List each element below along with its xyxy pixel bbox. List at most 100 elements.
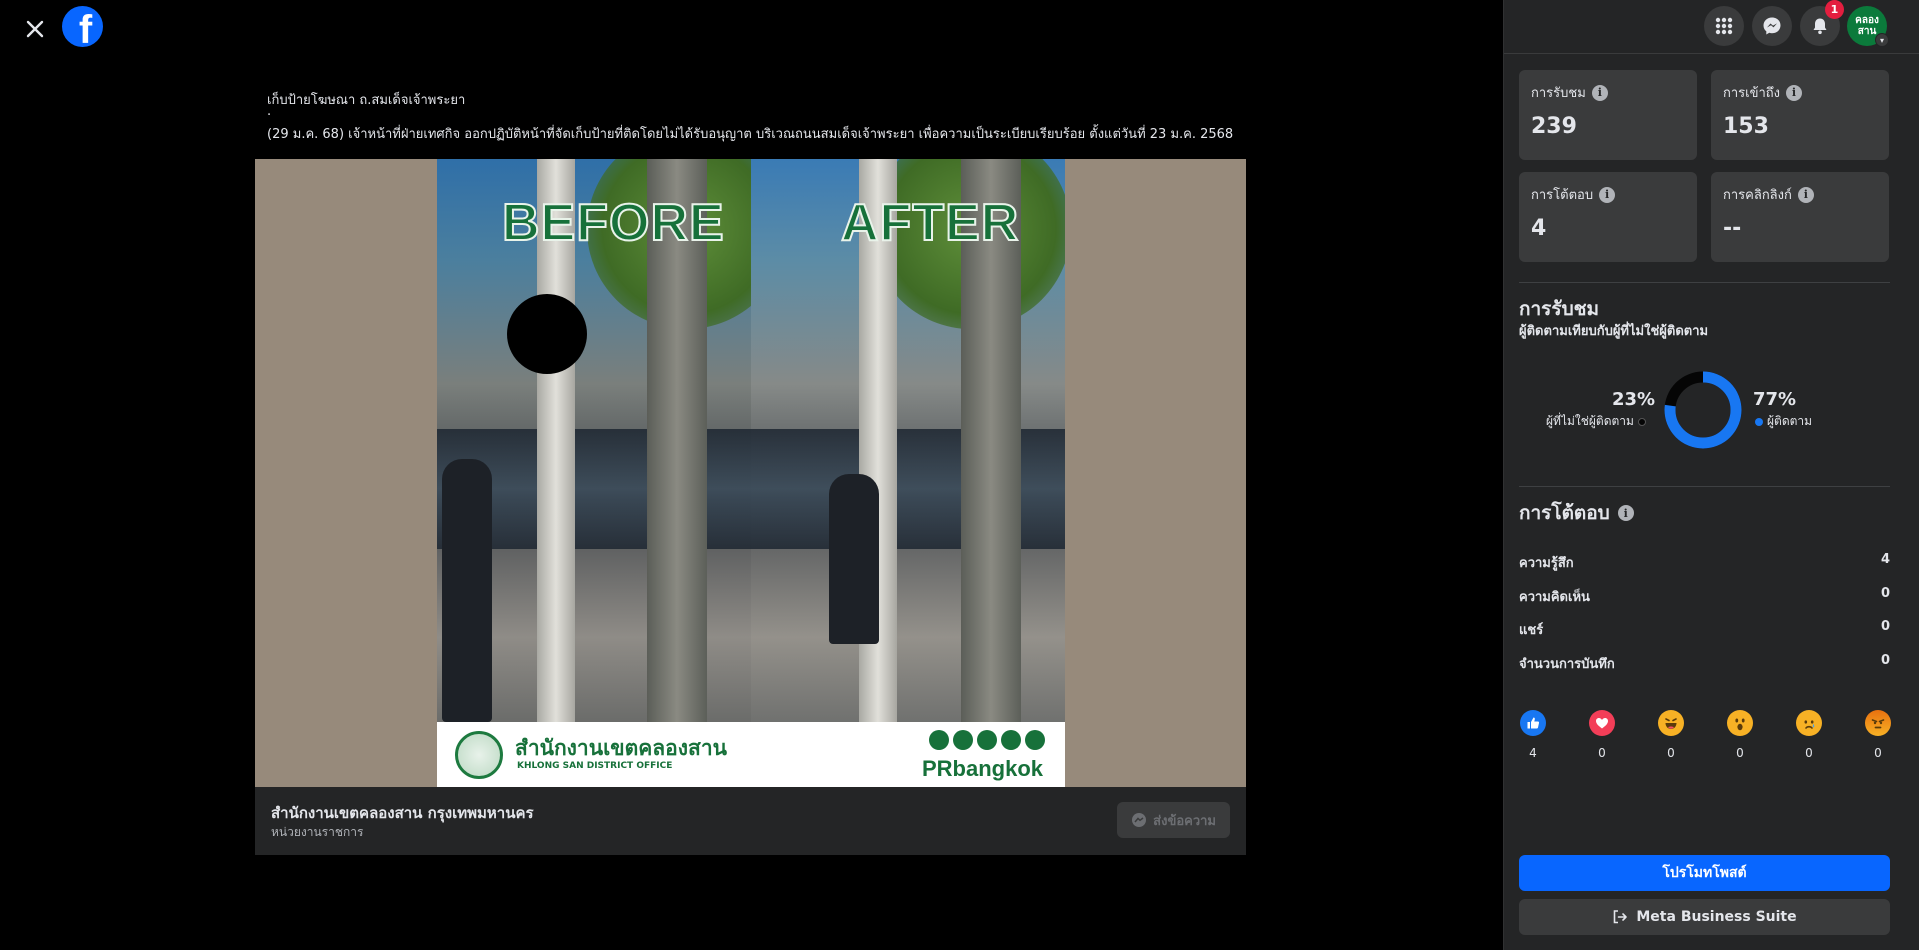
post-media: BEFORE AFTER สำนักงานเขตคลองสาน KHLONG S… xyxy=(255,159,1246,787)
stat-card-views: การรับชม i 239 xyxy=(1519,70,1697,160)
stat-label: การรับชม xyxy=(1531,86,1586,101)
photo-viewer: f เก็บป้ายโฆษณา ถ.สมเด็จเจ้าพระยา . (29 … xyxy=(0,0,1503,950)
chevron-down-icon[interactable]: ▾ xyxy=(1875,33,1889,47)
reaction-sad: 0 xyxy=(1794,710,1824,760)
stat-card-link-clicks: การคลิกลิงก์ i -- xyxy=(1711,172,1889,262)
menu-button[interactable] xyxy=(1704,6,1744,46)
after-half: AFTER xyxy=(751,159,1065,722)
metric-label: ความรู้สึก xyxy=(1519,556,1574,571)
metric-row-reactions: ความรู้สึก 4 xyxy=(1519,552,1890,572)
followers-label: ผู้ติดตาม xyxy=(1755,412,1812,431)
facebook-icon xyxy=(953,730,973,750)
metric-row-shares: แชร์ 0 xyxy=(1519,619,1890,639)
before-half: BEFORE xyxy=(437,159,787,722)
send-message-label: ส่งข้อความ xyxy=(1153,813,1216,829)
messenger-icon xyxy=(1763,17,1781,35)
avatar-text-1: คลอง xyxy=(1855,15,1879,26)
bell-icon xyxy=(1813,18,1827,35)
page-info-strip: สำนักงานเขตคลองสาน กรุงเทพมหานคร หน่วยงา… xyxy=(255,787,1246,855)
sad-icon xyxy=(1796,710,1822,736)
send-message-button[interactable]: ส่งข้อความ xyxy=(1117,802,1230,838)
followers-label-text: ผู้ติดตาม xyxy=(1767,414,1813,428)
metric-label: จำนวนการบันทึก xyxy=(1519,657,1615,672)
metric-row-comments: ความคิดเห็น 0 xyxy=(1519,586,1890,606)
info-icon[interactable]: i xyxy=(1599,186,1616,203)
reaction-haha: 0 xyxy=(1656,710,1686,760)
metric-value: 4 xyxy=(1880,552,1890,567)
notification-badge: 1 xyxy=(1825,0,1844,19)
non-followers-label-text: ผู้ที่ไม่ใช่ผู้ติดตาม xyxy=(1546,414,1634,428)
before-label: BEFORE xyxy=(501,193,725,253)
non-followers-percent: 23% xyxy=(1612,389,1656,410)
meta-business-suite-label: Meta Business Suite xyxy=(1636,909,1797,925)
haha-icon xyxy=(1658,710,1684,736)
reaction-count: 0 xyxy=(1805,746,1813,760)
views-subtitle: ผู้ติดตามเทียบกับผู้ที่ไม่ใช่ผู้ติดตาม xyxy=(1519,324,1709,339)
reaction-count: 0 xyxy=(1874,746,1882,760)
metric-value: 0 xyxy=(1880,653,1890,668)
reaction-love: 0 xyxy=(1587,710,1617,760)
stat-card-reach: การเข้าถึง i 153 xyxy=(1711,70,1889,160)
caption-separator: . xyxy=(267,104,272,119)
views-donut-chart xyxy=(1664,371,1742,449)
youtube-icon xyxy=(977,730,997,750)
reaction-wow: 0 xyxy=(1725,710,1755,760)
wow-icon xyxy=(1727,710,1753,736)
like-icon xyxy=(1520,710,1546,736)
metric-label: แชร์ xyxy=(1519,623,1544,638)
after-label: AFTER xyxy=(840,193,1020,253)
non-followers-dot xyxy=(1637,417,1646,426)
stat-value: 239 xyxy=(1531,114,1577,139)
grid-menu-icon xyxy=(1715,17,1733,35)
office-name-english: KHLONG SAN DISTRICT OFFICE xyxy=(517,761,673,771)
metric-value: 0 xyxy=(1880,619,1890,634)
info-icon[interactable]: i xyxy=(1617,505,1634,521)
worker-figure xyxy=(442,459,492,722)
external-link-icon xyxy=(1614,910,1628,924)
reaction-count: 0 xyxy=(1598,746,1606,760)
reaction-count: 0 xyxy=(1736,746,1744,760)
close-button[interactable] xyxy=(18,12,52,46)
district-seal-icon xyxy=(455,731,503,779)
censor-dot xyxy=(507,294,587,374)
metric-value: 0 xyxy=(1880,586,1890,601)
reaction-count: 4 xyxy=(1529,746,1537,760)
page-name[interactable]: สำนักงานเขตคลองสาน กรุงเทพมหานคร xyxy=(271,801,534,825)
divider xyxy=(1519,282,1890,283)
messenger-button[interactable] xyxy=(1752,6,1792,46)
interactions-section-title: การโต้ตอบ i xyxy=(1519,498,1634,528)
social-icons xyxy=(929,730,1045,750)
metric-row-saves: จำนวนการบันทึก 0 xyxy=(1519,653,1890,673)
stat-value: -- xyxy=(1723,216,1742,241)
messenger-icon xyxy=(1132,813,1147,827)
notifications-button[interactable]: 1 xyxy=(1800,0,1844,46)
stat-value: 153 xyxy=(1723,114,1769,139)
angry-icon xyxy=(1865,710,1891,736)
reaction-angry: 0 xyxy=(1863,710,1893,760)
stat-value: 4 xyxy=(1531,216,1547,241)
facebook-logo-icon[interactable]: f xyxy=(62,6,103,47)
divider xyxy=(1519,486,1890,487)
top-bar: 1 คลอง สาน ▾ xyxy=(1504,0,1919,54)
brand-label: PRbangkok xyxy=(921,756,1043,781)
info-icon[interactable]: i xyxy=(1786,84,1803,101)
love-icon xyxy=(1589,710,1615,736)
followers-dot xyxy=(1755,417,1763,426)
caption-body: (29 ม.ค. 68) เจ้าหน้าที่ฝ่ายเทศกิจ ออกปฏ… xyxy=(267,127,1234,142)
tiktok-icon xyxy=(1025,730,1045,750)
post-caption: เก็บป้ายโฆษณา ถ.สมเด็จเจ้าพระยา . (29 ม.… xyxy=(267,92,1247,144)
promote-post-button[interactable]: โปรโมทโพสต์ xyxy=(1519,855,1890,891)
stat-label: การเข้าถึง xyxy=(1723,86,1781,101)
stat-card-interactions: การโต้ตอบ i 4 xyxy=(1519,172,1697,262)
worker-figure xyxy=(829,474,879,644)
caption-title: เก็บป้ายโฆษณา ถ.สมเด็จเจ้าพระยา xyxy=(267,93,466,108)
close-icon xyxy=(26,20,44,38)
non-followers-label: ผู้ที่ไม่ใช่ผู้ติดตาม xyxy=(1546,412,1646,431)
before-after-photo: BEFORE AFTER สำนักงานเขตคลองสาน KHLONG S… xyxy=(437,159,1065,787)
page-category: หน่วยงานราชการ xyxy=(271,825,364,839)
meta-business-suite-button[interactable]: Meta Business Suite xyxy=(1519,899,1890,935)
office-banner: สำนักงานเขตคลองสาน KHLONG SAN DISTRICT O… xyxy=(437,722,1065,787)
x-icon xyxy=(929,730,949,750)
info-icon[interactable]: i xyxy=(1591,84,1608,101)
info-icon[interactable]: i xyxy=(1797,186,1814,203)
